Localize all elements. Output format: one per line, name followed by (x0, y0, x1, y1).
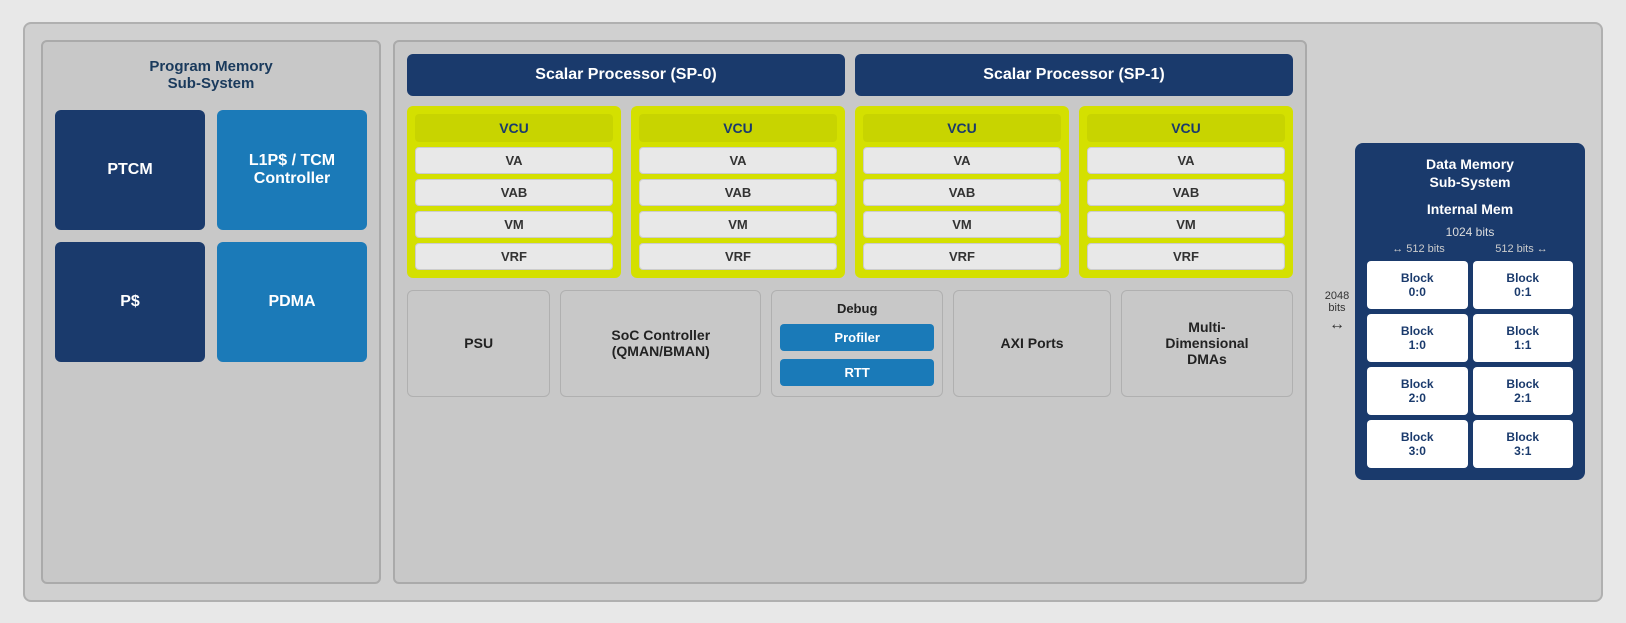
vrf-2: VRF (863, 243, 1061, 270)
block-0-1: Block0:1 (1473, 261, 1574, 309)
internal-mem-section: Internal Mem 1024 bits ↔ 512 bits 512 bi… (1367, 201, 1573, 468)
va-2: VA (863, 147, 1061, 174)
right-panel: Data MemorySub-System Internal Mem 1024 … (1355, 143, 1585, 480)
vm-1: VM (639, 211, 837, 238)
vrf-0: VRF (415, 243, 613, 270)
block-3-0: Block3:0 (1367, 420, 1468, 468)
center-panel: Scalar Processor (SP-0) Scalar Processor… (393, 40, 1307, 584)
left-panel-title: Program MemorySub-System (55, 58, 367, 92)
block-1-0: Block1:0 (1367, 314, 1468, 362)
right-panel-title: Data MemorySub-System (1367, 155, 1573, 191)
block-2-0: Block2:0 (1367, 367, 1468, 415)
block-2-1: Block2:1 (1473, 367, 1574, 415)
debug-title: Debug (837, 301, 877, 316)
soc-block: SoC Controller(QMAN/BMAN) (560, 290, 761, 397)
psu-block: PSU (407, 290, 550, 397)
sp1-block: Scalar Processor (SP-1) (855, 54, 1293, 96)
debug-block: Debug Profiler RTT (771, 290, 943, 397)
vcu-unit-2: VCU VA VAB VM VRF (855, 106, 1069, 278)
ptcm-block: PTCM (55, 110, 205, 230)
vcu-unit-1: VCU VA VAB VM VRF (631, 106, 845, 278)
vcu-unit-3: VCU VA VAB VM VRF (1079, 106, 1293, 278)
vab-3: VAB (1087, 179, 1285, 206)
profiler-button[interactable]: Profiler (780, 324, 934, 351)
sp0-block: Scalar Processor (SP-0) (407, 54, 845, 96)
block-0-0: Block0:0 (1367, 261, 1468, 309)
va-3: VA (1087, 147, 1285, 174)
va-1: VA (639, 147, 837, 174)
main-container: Program MemorySub-System PTCM L1P$ / TCM… (23, 22, 1603, 602)
bits-1024-label: 1024 bits (1367, 225, 1573, 239)
vab-1: VAB (639, 179, 837, 206)
ps-block: P$ (55, 242, 205, 362)
vcu-label-0: VCU (415, 114, 613, 142)
vcu-label-2: VCU (863, 114, 1061, 142)
vcu-label-1: VCU (639, 114, 837, 142)
bits-2048-text: 2048bits (1325, 290, 1349, 314)
vab-2: VAB (863, 179, 1061, 206)
bottom-row: PSU SoC Controller(QMAN/BMAN) Debug Prof… (407, 290, 1293, 397)
vm-2: VM (863, 211, 1061, 238)
arrow-2048: ↔ (1329, 316, 1345, 334)
vcu-label-3: VCU (1087, 114, 1285, 142)
block-3-1: Block3:1 (1473, 420, 1574, 468)
vm-0: VM (415, 211, 613, 238)
right-panel-wrapper: 2048bits ↔ Data MemorySub-System Interna… (1319, 40, 1585, 584)
bits-512-right-label: 512 bits ↔ (1495, 243, 1548, 255)
rtt-button[interactable]: RTT (780, 359, 934, 386)
l1p-block: L1P$ / TCMController (217, 110, 367, 230)
sp-row: Scalar Processor (SP-0) Scalar Processor… (407, 54, 1293, 96)
bits-512-row: ↔ 512 bits 512 bits ↔ (1367, 243, 1573, 255)
axi-block: AXI Ports (953, 290, 1111, 397)
vrf-3: VRF (1087, 243, 1285, 270)
dma-block: Multi-DimensionalDMAs (1121, 290, 1293, 397)
bits-512-left-label: ↔ 512 bits (1392, 243, 1445, 255)
vcu-row: VCU VA VAB VM VRF VCU VA VAB VM VRF VCU … (407, 106, 1293, 278)
vm-3: VM (1087, 211, 1285, 238)
block-grid: Block0:0 Block0:1 Block1:0 Block1:1 Bloc… (1367, 261, 1573, 468)
block-1-1: Block1:1 (1473, 314, 1574, 362)
internal-mem-title: Internal Mem (1367, 201, 1573, 217)
left-grid: PTCM L1P$ / TCMController P$ PDMA (55, 110, 367, 362)
va-0: VA (415, 147, 613, 174)
left-panel: Program MemorySub-System PTCM L1P$ / TCM… (41, 40, 381, 584)
bits-2048-label: 2048bits ↔ (1319, 290, 1355, 334)
vrf-1: VRF (639, 243, 837, 270)
vcu-unit-0: VCU VA VAB VM VRF (407, 106, 621, 278)
pdma-block: PDMA (217, 242, 367, 362)
vab-0: VAB (415, 179, 613, 206)
